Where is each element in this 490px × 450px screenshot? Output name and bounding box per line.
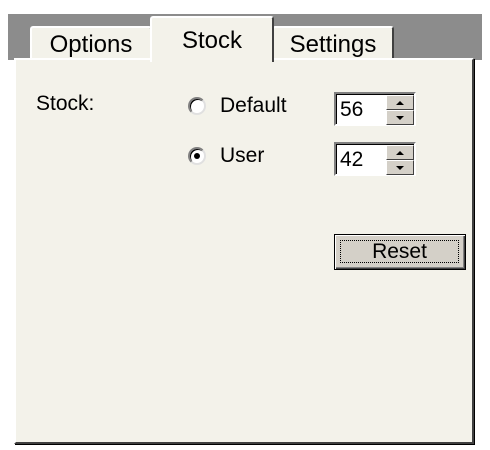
stock-label: Stock: [36,92,95,115]
default-spin-buttons [386,94,414,125]
default-radio[interactable]: Default [188,94,287,118]
up-arrow-icon [396,150,404,155]
user-value-input[interactable] [336,144,386,174]
tab-options-label: Options [49,31,133,58]
default-value-spinbox [334,92,416,126]
user-spin-buttons [386,144,414,175]
reset-button-label: Reset [340,240,459,263]
user-radio[interactable]: User [188,144,264,168]
tab-settings-label: Settings [289,31,377,58]
tab-settings[interactable]: Settings [272,26,394,62]
reset-button[interactable]: Reset [334,234,466,270]
user-spin-down-button[interactable] [386,160,414,175]
default-radio-label: Default [220,94,287,117]
user-radio-label: User [220,144,265,167]
down-arrow-icon [396,115,404,120]
tab-options[interactable]: Options [30,26,152,62]
radio-selected-dot [194,153,200,159]
tab-stock-label: Stock [181,27,243,54]
up-arrow-icon [396,100,404,105]
radio-default-icon [188,97,206,115]
default-spin-down-button[interactable] [386,110,414,125]
user-value-spinbox [334,142,416,176]
tab-stock[interactable]: Stock [150,16,274,62]
default-spin-up-button[interactable] [386,95,414,110]
stock-panel: Stock: Default User 56 42 Reset [14,58,474,444]
default-value-input[interactable] [336,94,386,124]
user-spin-up-button[interactable] [386,145,414,160]
down-arrow-icon [396,165,404,170]
radio-user-icon [188,147,206,165]
